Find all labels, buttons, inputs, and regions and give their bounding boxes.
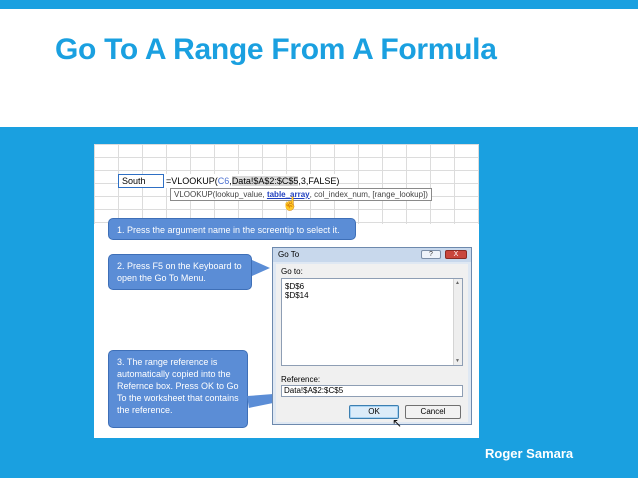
active-cell[interactable]: South	[118, 174, 164, 188]
cancel-button[interactable]: Cancel	[405, 405, 461, 419]
callout-step-3: 3. The range reference is automatically …	[108, 350, 248, 428]
scroll-down-icon[interactable]: ▼	[455, 358, 460, 364]
slide-title: Go To A Range From A Formula	[55, 33, 497, 66]
goto-listbox[interactable]: $D$6 $D$14 ▲ ▼	[281, 278, 463, 366]
screentip-prefix: VLOOKUP(lookup_value,	[174, 190, 267, 199]
reference-label: Reference:	[281, 375, 321, 384]
dialog-title: Go To	[278, 250, 300, 259]
scrollbar[interactable]: ▲ ▼	[453, 279, 462, 365]
top-accent-bar	[0, 0, 638, 9]
callout-step-2: 2. Press F5 on the Keyboard to open the …	[108, 254, 252, 290]
scroll-up-icon[interactable]: ▲	[455, 280, 460, 286]
reference-input[interactable]: Data!$A$2:$C$5	[281, 385, 463, 397]
help-button[interactable]: ?	[421, 250, 441, 259]
formula-range: Data!$A$2:$C$5	[231, 176, 299, 186]
author-name: Roger Samara	[485, 446, 574, 461]
formula-suffix: ,3,FALSE)	[298, 176, 340, 186]
screentip-suffix: , col_index_num, [range_lookup])	[309, 190, 428, 199]
list-item[interactable]: $D$6	[282, 282, 462, 291]
dialog-titlebar[interactable]: Go To ? X	[273, 248, 471, 262]
excel-screenshot: South =VLOOKUP(C6,Data!$A$2:$C$5,3,FALSE…	[94, 144, 479, 438]
function-screentip: VLOOKUP(lookup_value, table_array, col_i…	[170, 188, 432, 201]
callout-step-2-arrow	[252, 260, 270, 276]
goto-label: Go to:	[281, 267, 303, 276]
close-button[interactable]: X	[445, 250, 467, 259]
callout-step-1: 1. Press the argument name in the screen…	[108, 218, 356, 240]
goto-dialog: Go To ? X Go to: $D$6 $D$14 ▲ ▼ Referenc…	[272, 247, 472, 430]
formula-text[interactable]: =VLOOKUP(C6,Data!$A$2:$C$5,3,FALSE)	[164, 174, 340, 188]
list-item[interactable]: $D$14	[282, 291, 462, 300]
hand-pointer-icon: ☝	[282, 196, 299, 211]
mouse-pointer-icon: ↖	[392, 416, 403, 430]
dialog-body: Go to: $D$6 $D$14 ▲ ▼ Reference: Data!$A…	[276, 264, 468, 430]
formula-prefix: =VLOOKUP(	[166, 176, 218, 186]
formula-ref-c6: C6	[217, 176, 230, 186]
